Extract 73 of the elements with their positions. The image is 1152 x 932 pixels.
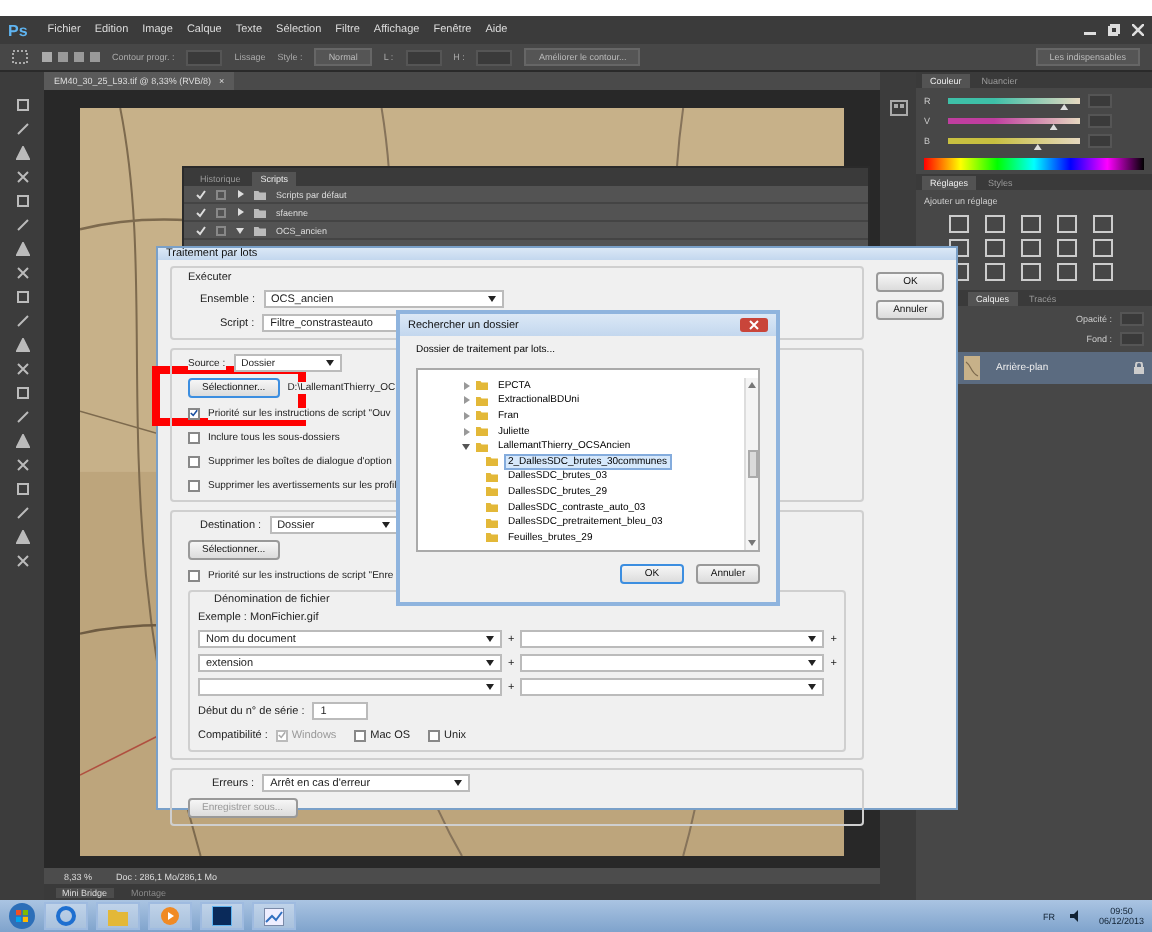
tool-button[interactable] [12,552,32,568]
chart-icon [264,907,284,925]
feather-field[interactable] [186,49,223,65]
width-field[interactable] [405,49,442,65]
collapsed-arrow-icon[interactable] [236,208,244,216]
value-field[interactable] [1088,94,1112,108]
value-field[interactable] [1088,134,1112,148]
color-spectrum[interactable] [924,158,1144,170]
tool-button[interactable] [12,480,32,496]
app-icon [212,906,232,926]
value-field[interactable] [1088,114,1112,128]
tool-button[interactable] [12,384,32,400]
browser-icon [56,906,76,926]
tool-button[interactable] [12,336,32,352]
restore-icon[interactable] [1108,24,1120,36]
fill-field[interactable] [1120,332,1144,346]
tool-button[interactable] [12,432,32,448]
app-logo: Ps [8,21,28,39]
marquee-icon[interactable] [12,50,28,64]
toggle-box-icon[interactable] [216,189,226,199]
checkbox[interactable] [354,729,367,741]
close-icon[interactable] [1132,24,1144,36]
height-field[interactable] [476,49,513,65]
folder-tree[interactable] [416,368,760,552]
tool-button[interactable] [12,288,32,304]
start-button-icon[interactable] [8,902,36,930]
slider-thumb[interactable] [1060,104,1069,110]
checkbox[interactable] [188,569,200,581]
expanded-arrow-icon[interactable] [236,226,244,234]
tool-button[interactable] [12,360,32,376]
selection-mode-icons[interactable] [40,50,100,64]
tool-button[interactable] [12,96,32,112]
checkbox[interactable] [188,455,200,467]
toggle-box-icon[interactable] [216,207,226,217]
tool-button[interactable] [12,216,32,232]
scrollbar[interactable] [744,378,758,550]
tool-button[interactable] [12,192,32,208]
color-slider[interactable] [948,118,1080,124]
expanded-arrow-icon[interactable] [462,442,470,451]
opacity-field[interactable] [1120,312,1144,326]
folder-icon [108,907,128,925]
slider-thumb[interactable] [1049,124,1058,130]
collapsed-arrow-icon[interactable] [462,381,470,390]
tool-button[interactable] [12,120,32,136]
checkbox[interactable] [188,407,200,419]
slider-thumb[interactable] [1033,144,1042,150]
tool-button[interactable] [12,408,32,424]
tool-button[interactable] [12,168,32,184]
tool-button[interactable] [12,504,32,520]
tool-button[interactable] [12,312,32,328]
tool-button[interactable] [12,240,32,256]
taskbar-button[interactable] [200,902,244,930]
lock-icon [1134,362,1144,374]
scroll-up-icon[interactable] [748,382,756,388]
panel-toggle-icon[interactable] [889,100,907,116]
collapsed-arrow-icon[interactable] [462,396,470,405]
checkbox[interactable] [428,729,441,741]
play-icon [160,906,180,926]
toggle-box-icon[interactable] [216,225,226,235]
tool-button[interactable] [12,456,32,472]
speaker-icon[interactable] [1070,910,1083,922]
collapsed-arrow-icon[interactable] [462,427,470,436]
checkbox[interactable] [188,479,200,491]
checkbox[interactable] [188,431,200,443]
tool-button[interactable] [12,264,32,280]
collapsed-arrow-icon[interactable] [236,190,244,198]
color-slider[interactable] [948,138,1080,144]
color-slider[interactable] [948,98,1080,104]
tool-button[interactable] [12,528,32,544]
scroll-down-icon[interactable] [748,540,756,546]
tool-button[interactable] [12,144,32,160]
close-icon[interactable] [740,318,768,332]
collapsed-arrow-icon[interactable] [462,411,470,420]
